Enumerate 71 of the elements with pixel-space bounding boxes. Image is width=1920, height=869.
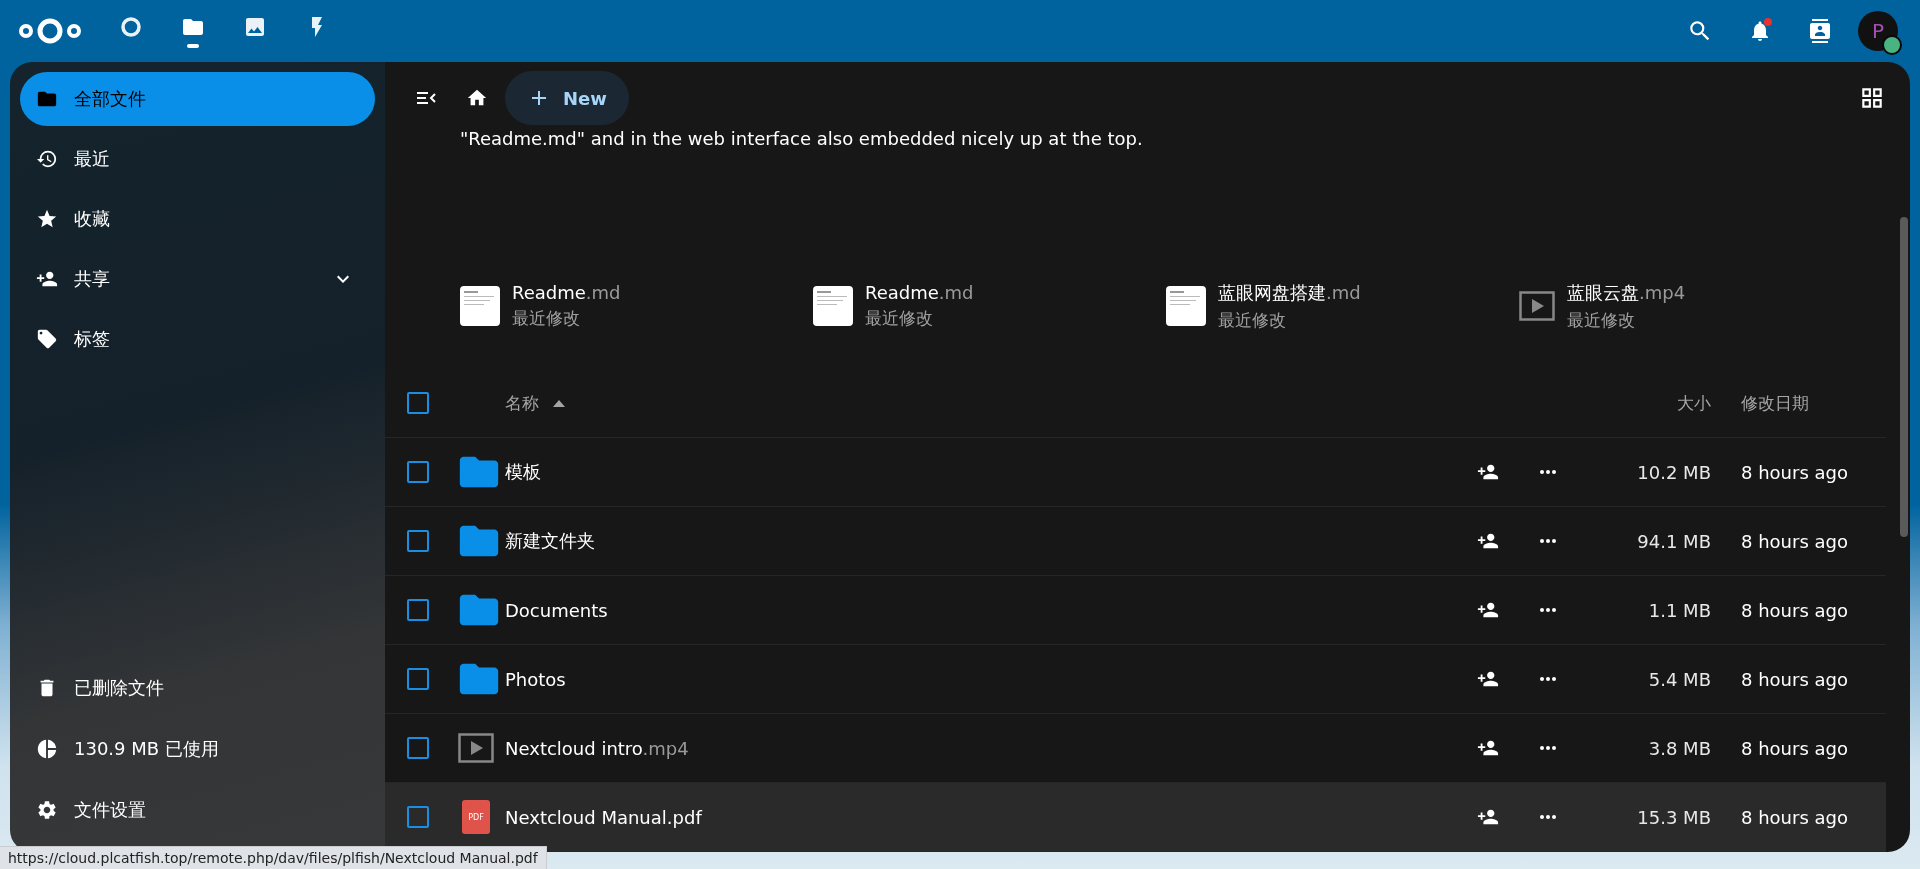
modified-column-header[interactable]: 修改日期: [1741, 391, 1886, 415]
sidebar-item[interactable]: 已删除文件: [20, 661, 375, 715]
recent-caption: 最近修改: [865, 307, 934, 330]
pie-chart-icon: [36, 738, 58, 760]
logo-icon: [18, 16, 82, 46]
file-name[interactable]: 新建文件夹: [505, 529, 1466, 553]
contacts-icon: [1808, 19, 1832, 43]
circle-icon: [120, 15, 142, 38]
sidebar-item[interactable]: 130.9 MB 已使用: [20, 722, 375, 776]
recent-file-name[interactable]: 蓝眼网盘搭建.md: [1218, 280, 1361, 305]
more-icon: [1540, 677, 1556, 681]
video-icon: [1519, 291, 1555, 321]
new-button[interactable]: New: [505, 71, 629, 125]
file-size: 3.8 MB: [1647, 737, 1711, 759]
file-name[interactable]: Photos: [505, 668, 1466, 690]
sidebar-item[interactable]: 最近: [20, 132, 375, 186]
row-checkbox[interactable]: [407, 668, 429, 690]
grid-icon: [1859, 85, 1885, 111]
pdf-icon: PDF: [462, 800, 490, 834]
file-size: 15.3 MB: [1636, 806, 1711, 828]
row-checkbox[interactable]: [407, 806, 429, 828]
file-name[interactable]: Documents: [505, 599, 1466, 621]
recent-caption: 最近修改: [1567, 308, 1636, 332]
modified-date: 8 hours ago: [1741, 737, 1849, 759]
modified-date: 8 hours ago: [1741, 461, 1849, 483]
modified-date: 8 hours ago: [1741, 599, 1849, 621]
recent-file-name[interactable]: Readme.md: [512, 282, 621, 303]
sidebar-item[interactable]: 全部文件: [20, 72, 375, 126]
sidebar-item[interactable]: 文件设置: [20, 783, 375, 837]
file-size: 10.2 MB: [1636, 461, 1711, 483]
recent-file-name[interactable]: 蓝眼云盘.mp4: [1567, 280, 1686, 305]
sidebar-item[interactable]: 标签: [20, 312, 375, 366]
modified-date: 8 hours ago: [1741, 530, 1849, 552]
more-icon: [1540, 539, 1556, 543]
file-size: 5.4 MB: [1647, 668, 1711, 690]
row-checkbox[interactable]: [407, 599, 429, 621]
readme-text: "Readme.md" and in the web interface also embedded nicely up at the top.: [459, 128, 1144, 149]
file-name[interactable]: Nextcloud Manual.pdf: [505, 806, 1466, 828]
tag-icon: [36, 328, 58, 350]
document-thumbnail: [813, 286, 853, 326]
more-icon: [1540, 815, 1556, 819]
modified-date: 8 hours ago: [1741, 668, 1849, 690]
file-row[interactable]: PDF Nextcloud Manual.pdf 15.3 MB 8 hours ago: [385, 783, 1886, 852]
modified-date: 8 hours ago: [1741, 806, 1849, 828]
recent-file-name[interactable]: Readme.md: [865, 282, 974, 303]
more-icon: [1540, 470, 1556, 474]
file-name[interactable]: Nextcloud intro.mp4: [505, 737, 1466, 759]
sidebar-item[interactable]: 收藏: [20, 192, 375, 246]
row-checkbox[interactable]: [407, 530, 429, 552]
star-icon: [36, 208, 58, 230]
size-column-header[interactable]: 大小: [1591, 391, 1711, 415]
row-checkbox[interactable]: [407, 461, 429, 483]
name-column-header[interactable]: 名称: [505, 391, 1466, 415]
document-thumbnail: [1166, 286, 1206, 326]
document-thumbnail: [460, 286, 500, 326]
video-icon: [458, 733, 494, 763]
history-icon: [36, 148, 58, 170]
settings-icon: [36, 799, 58, 821]
row-checkbox[interactable]: [407, 737, 429, 759]
file-name[interactable]: 模板: [505, 460, 1466, 484]
recent-caption: 最近修改: [1218, 308, 1287, 332]
more-icon: [1540, 608, 1556, 612]
file-size: 94.1 MB: [1636, 530, 1711, 552]
file-size: 1.1 MB: [1647, 599, 1711, 621]
status-url: https://cloud.plcatfish.top/remote.php/dav/files/plfish/Nextcloud Manual.pdf: [0, 846, 547, 869]
recent-caption: 最近修改: [512, 307, 581, 330]
sidebar-item[interactable]: 共享: [20, 252, 375, 306]
menu-collapse-icon: [417, 91, 437, 105]
select-all-checkbox[interactable]: [407, 392, 429, 414]
more-icon: [1540, 746, 1556, 750]
scrollbar[interactable]: [1900, 217, 1908, 537]
